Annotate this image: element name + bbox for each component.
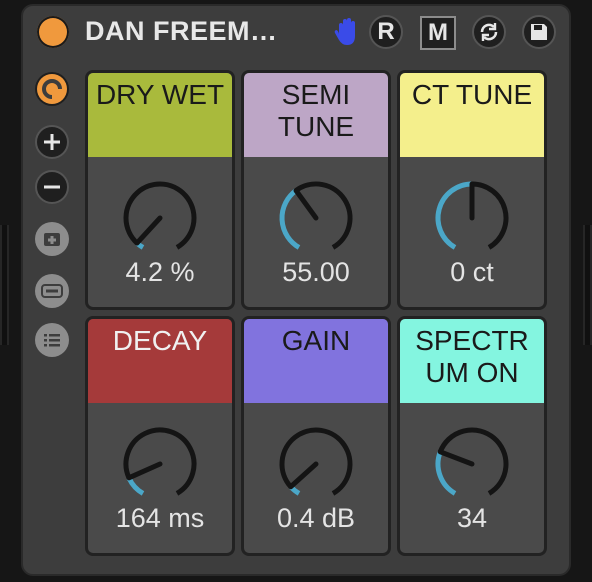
knob-track (471, 181, 509, 250)
macro-label: DECAY (112, 325, 208, 356)
rack-device: DAN FREEM… R M DRY WET 4.2 % SEMI TUNE 5… (21, 4, 571, 576)
macro-knob[interactable] (275, 423, 357, 505)
add-device-icon (44, 233, 60, 246)
minus-icon (44, 185, 60, 189)
device-title-bar[interactable]: DAN FREEM… R M (23, 6, 569, 58)
randomize-icon (480, 23, 498, 41)
macro-label: GAIN (281, 325, 351, 356)
macro-label: DRY WET (95, 79, 225, 110)
knob-needle (293, 187, 319, 221)
chain-list-button[interactable] (35, 323, 69, 357)
macro-knob[interactable] (119, 423, 201, 505)
macro-label: CT TUNE (411, 79, 533, 110)
add-macro-variation-button[interactable] (35, 222, 69, 256)
knob-track (294, 181, 353, 250)
macro-label-area: SPECTR UM ON (400, 319, 544, 403)
hide-macros-minus-button[interactable] (35, 170, 69, 204)
knob-value-arc (435, 181, 473, 250)
macro-label: SPECTR UM ON (415, 325, 529, 388)
plus-icon (44, 134, 60, 150)
rack-controls-column (31, 66, 73, 366)
macro-label-area: SEMI TUNE (244, 73, 388, 157)
knob-needle (126, 461, 163, 481)
macro-tile[interactable]: DRY WET 4.2 % (85, 70, 235, 310)
save-preset-button[interactable] (522, 15, 556, 49)
knob-value-arc (279, 188, 301, 250)
macro-label: SEMI TUNE (277, 79, 355, 142)
macro-label-area: DRY WET (88, 73, 232, 157)
left-track-edge (0, 225, 9, 345)
macro-knob[interactable] (275, 177, 357, 259)
macro-value: 34 (456, 503, 488, 533)
macro-tile[interactable]: DECAY 164 ms (85, 316, 235, 556)
knob-needle (288, 461, 319, 490)
device-power-button[interactable] (37, 16, 69, 48)
macro-label-area: DECAY (88, 319, 232, 403)
macro-value: 55.00 (282, 257, 350, 287)
macro-value: 164 ms (115, 503, 205, 533)
knob-needle (437, 449, 475, 467)
randomize-button[interactable] (472, 15, 506, 49)
macro-value: 0 ct (450, 257, 494, 287)
hot-swap-button[interactable] (35, 72, 69, 106)
show-macros-plus-button[interactable] (35, 125, 69, 159)
macro-knob[interactable] (119, 177, 201, 259)
macro-label-area: CT TUNE (400, 73, 544, 157)
macro-tile[interactable]: SPECTR UM ON 34 (397, 316, 547, 556)
device-title: DAN FREEM… (85, 16, 278, 46)
save-icon (531, 24, 547, 40)
knob-needle (134, 215, 163, 246)
macro-value: 4.2 % (125, 257, 195, 287)
collapse-icon (41, 284, 63, 298)
right-track-edge (583, 225, 592, 345)
macro-label-area: GAIN (244, 319, 388, 403)
mono-button-label: M (428, 19, 448, 46)
macro-value: 0.4 dB (276, 503, 356, 533)
hand-icon[interactable] (333, 16, 361, 48)
record-button[interactable]: R (369, 15, 403, 49)
macro-tile[interactable]: SEMI TUNE 55.00 (241, 70, 391, 310)
mono-button[interactable]: M (420, 16, 456, 50)
macro-knob[interactable] (431, 177, 513, 259)
collapse-button[interactable] (35, 274, 69, 308)
list-icon (44, 334, 60, 347)
hot-swap-icon (37, 74, 67, 104)
macro-tile[interactable]: GAIN 0.4 dB (241, 316, 391, 556)
knob-track (437, 427, 509, 496)
record-button-label: R (377, 18, 395, 45)
knob-value-arc (126, 476, 145, 496)
macro-knob[interactable] (431, 423, 513, 505)
macro-tile[interactable]: CT TUNE 0 ct (397, 70, 547, 310)
